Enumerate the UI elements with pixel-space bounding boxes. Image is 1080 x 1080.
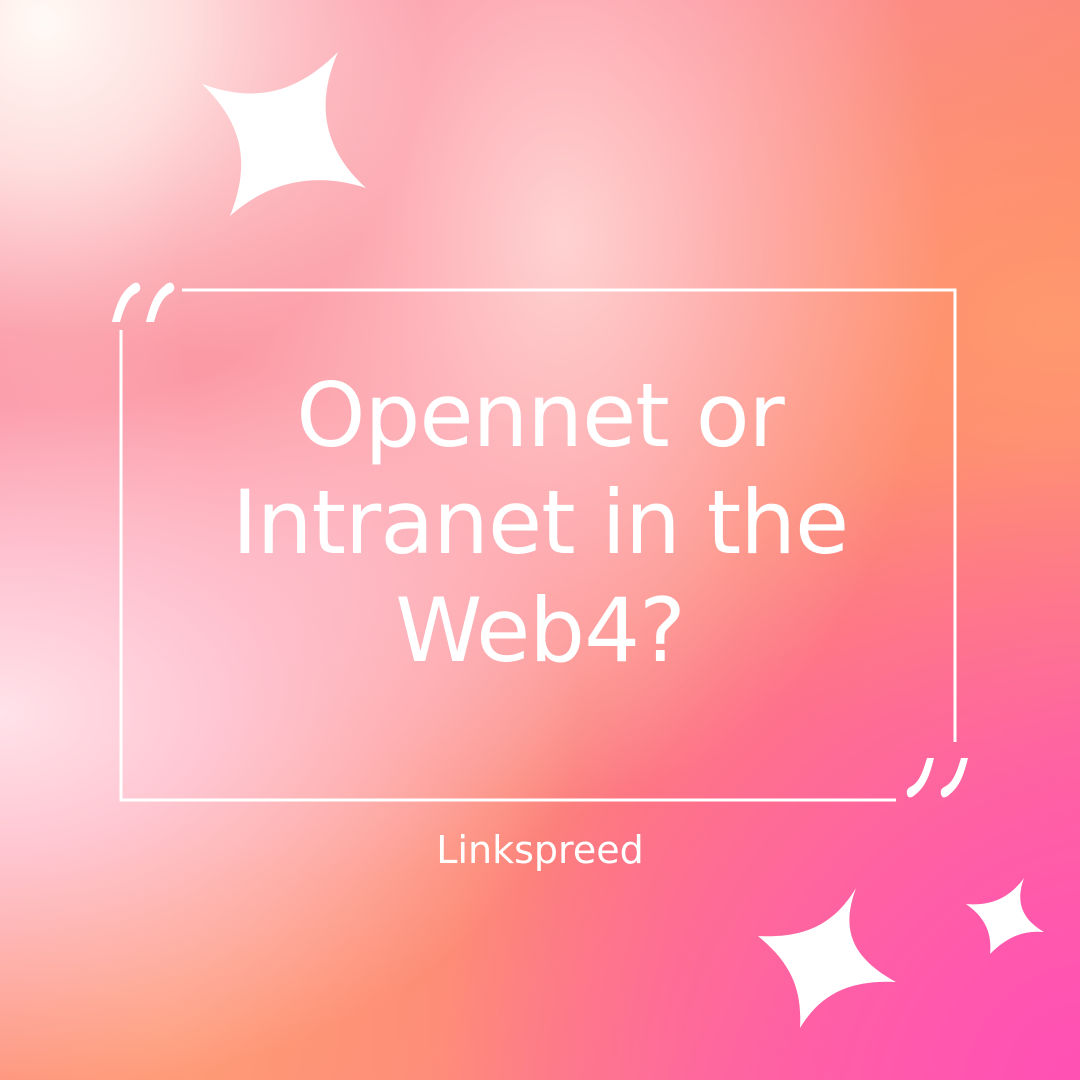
sparkle-icon bbox=[966, 878, 1044, 954]
headline: Opennet or Intranet in the Web4? bbox=[170, 362, 910, 684]
close-quote-icon bbox=[906, 758, 968, 798]
headline-line-1: Opennet or bbox=[296, 364, 784, 467]
brand-name: Linkspreed bbox=[436, 828, 644, 872]
headline-line-2: Intranet in the bbox=[231, 471, 849, 575]
open-quote-icon bbox=[112, 282, 175, 322]
headline-line-3: Web4? bbox=[395, 578, 686, 682]
sparkle-icon bbox=[758, 888, 896, 1028]
sparkle-icon bbox=[202, 52, 366, 216]
